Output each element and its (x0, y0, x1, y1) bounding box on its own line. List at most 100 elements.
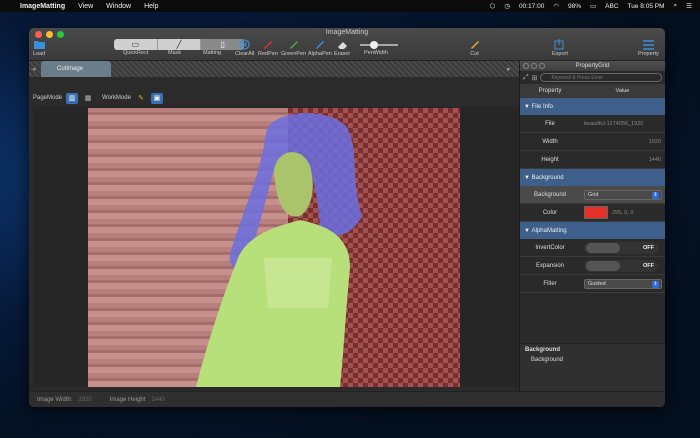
rect-icon: ▭ (131, 40, 140, 49)
battery-icon[interactable]: ▭ (590, 2, 596, 10)
penwidth-label: PenWidth (364, 50, 388, 56)
grid-icon[interactable]: ⊞ (532, 74, 538, 82)
background-select[interactable]: Grid ⇕ (584, 189, 662, 200)
clear-icon (239, 38, 250, 51)
edit-mode-icon[interactable]: ✎ (135, 93, 147, 104)
select-arrow-icon: ⇕ (652, 280, 659, 288)
export-icon (554, 38, 565, 51)
row-filter: Filter Guided ⇕ (520, 275, 665, 293)
alpha-pen-icon (314, 38, 325, 51)
brush-icon: ╱ (176, 40, 182, 49)
matting-image[interactable] (88, 108, 460, 387)
canvas-area[interactable] (33, 107, 519, 387)
penwidth-slider[interactable] (360, 41, 398, 49)
disclosure-icon: ▼ (524, 227, 530, 234)
row-invertcolor: InvertColor OFF (520, 239, 665, 257)
section-file-info[interactable]: ▼ File Info (520, 98, 665, 115)
single-page-icon[interactable]: ▥ (66, 92, 79, 104)
dropbox-icon[interactable]: ⬡ (490, 2, 496, 10)
load-button[interactable]: Load (33, 38, 45, 57)
matting-label: Matting (203, 50, 222, 56)
panel-minimize-button[interactable] (531, 63, 537, 69)
export-button[interactable]: Export (552, 38, 568, 57)
scroll-right-icon[interactable]: ▸ (507, 65, 511, 73)
toggle-knob (586, 260, 620, 271)
row-color: Color 255, 0, 0 (520, 204, 665, 222)
menu-app[interactable]: ImageMatting (20, 3, 65, 10)
property-grid-panel: PropertyGrid ⤢ ⊞ Keyword & Press Enter P… (519, 61, 665, 391)
red-pen-icon (262, 38, 273, 51)
mask-segment[interactable]: ╱ (158, 39, 202, 50)
expansion-toggle[interactable]: OFF (584, 259, 658, 272)
row-background: Background Grid ⇕ (520, 186, 665, 204)
color-swatch[interactable] (584, 206, 608, 219)
scroll-left-icon[interactable]: ◂ (32, 65, 36, 73)
input-source[interactable]: ABC (605, 3, 618, 10)
notification-icon[interactable]: ☰ (686, 2, 692, 10)
quickrect-label: QuickRect (123, 50, 149, 56)
battery-value: 98% (568, 2, 582, 10)
window-title: ImageMatting (325, 29, 369, 36)
row-width: Width 1920 (520, 133, 665, 151)
redpen-button[interactable]: RedPen (258, 38, 278, 57)
disclosure-icon: ▼ (524, 174, 530, 181)
panel-close-button[interactable] (523, 63, 529, 69)
foreground-mask (196, 113, 362, 387)
timer-value: 00:17:00 (519, 2, 545, 10)
grid-page-icon[interactable]: ▦ (82, 93, 94, 104)
row-height: Height 1440 (520, 151, 665, 169)
toolbar: ImageMatting Load ▭ ╱ ▯ QuickRect Mask M… (29, 28, 665, 61)
filter-select[interactable]: Guided ⇕ (584, 278, 662, 289)
clock-icon[interactable]: ◷ (504, 2, 510, 10)
property-search-bar: ⤢ ⊞ Keyword & Press Enter (520, 71, 665, 84)
greenpen-button[interactable]: GreenPen (281, 38, 306, 57)
panel-zoom-button[interactable] (539, 63, 545, 69)
row-expansion: Expansion OFF (520, 257, 665, 275)
row-file: File beautiful-1274056_1920 (520, 115, 665, 133)
col-value: Value (615, 87, 630, 94)
wifi-icon[interactable]: ◠ (553, 2, 559, 10)
main-window: ImageMatting Load ▭ ╱ ▯ QuickRect Mask M… (29, 28, 665, 407)
expand-icon[interactable]: ⤢ (523, 74, 529, 82)
spotlight-icon[interactable]: ⌕ (674, 2, 678, 10)
preview-mode-icon[interactable]: ▣ (150, 92, 163, 104)
clearall-button[interactable]: ClearAll (235, 38, 254, 57)
property-search-input[interactable]: Keyword & Press Enter (540, 73, 662, 82)
alphapen-button[interactable]: AlphaPen (308, 38, 332, 57)
mask-label: Mask (168, 50, 182, 56)
mode-segmented-control: ▭ ╱ ▯ (114, 39, 244, 50)
menu-window[interactable]: Window (106, 3, 131, 10)
toggle-knob (586, 242, 620, 253)
select-arrow-icon: ⇕ (652, 191, 659, 199)
cut-pen-icon (469, 38, 480, 51)
list-icon (642, 38, 654, 51)
eraser-button[interactable]: Eraser (334, 38, 350, 57)
status-bar: Image Width: 1920 Image Height 1440 (29, 391, 665, 407)
menu-view[interactable]: View (78, 3, 93, 10)
col-property: Property (538, 87, 562, 94)
quickrect-segment[interactable]: ▭ (114, 39, 158, 50)
invertcolor-toggle[interactable]: OFF (584, 241, 658, 254)
menu-bar: ImageMatting View Window Help ⬡ ◷ 00:17:… (0, 0, 700, 12)
workmode-label: WorkMode (102, 95, 131, 101)
menu-clock[interactable]: Tue 8:05 PM (628, 3, 665, 10)
section-background[interactable]: ▼ Background (520, 169, 665, 186)
disclosure-icon: ▼ (524, 103, 530, 110)
property-description: Background Background (520, 343, 665, 391)
green-pen-icon (288, 38, 299, 51)
menu-help[interactable]: Help (144, 3, 158, 10)
image-height-value: 1440 (151, 396, 165, 403)
property-button[interactable]: Property (638, 38, 659, 57)
image-width-label: Image Width: (37, 396, 73, 403)
section-alphamatting[interactable]: ▼ AlphaMatting (520, 222, 665, 239)
property-grid-title: PropertyGrid (520, 61, 665, 71)
cut-button[interactable]: Cut (469, 38, 480, 57)
folder-icon (33, 38, 45, 51)
mode-bar: PageMode ▥ ▦ WorkMode ✎ ▣ (33, 91, 519, 105)
tab-cutimage[interactable]: CutImage (41, 61, 111, 77)
eraser-icon (337, 38, 348, 51)
image-width-value: 1920 (78, 396, 92, 403)
slider-knob[interactable] (370, 41, 378, 49)
property-header: Property Value (520, 84, 665, 98)
image-height-label: Image Height (109, 396, 146, 403)
